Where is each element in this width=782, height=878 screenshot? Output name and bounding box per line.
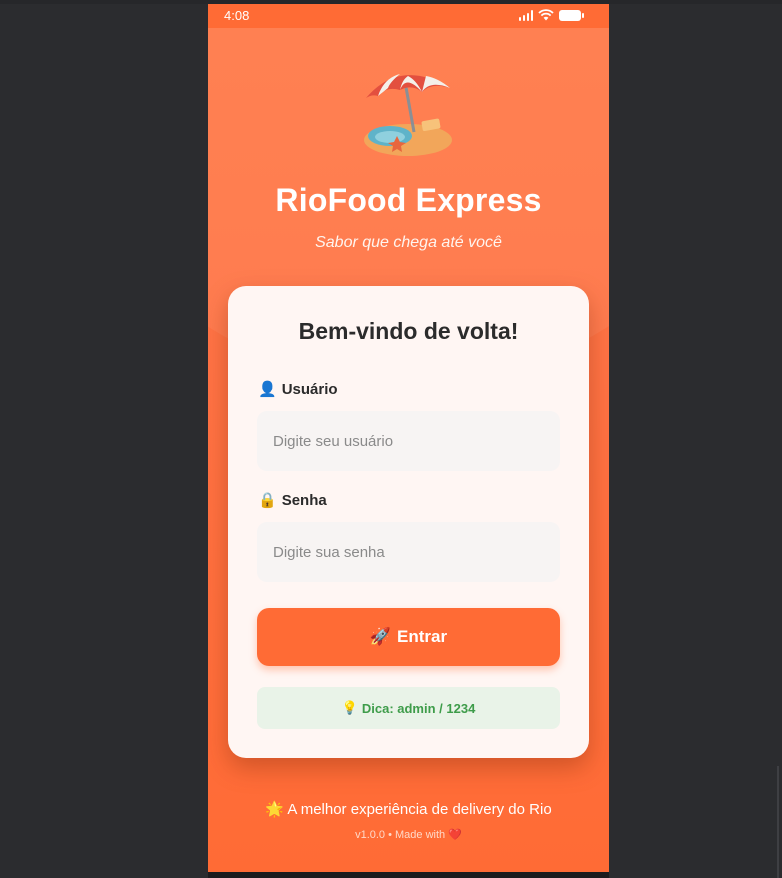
password-label-text: Senha [281,491,327,509]
wifi-icon [538,9,554,21]
version-text: v1.0.0 • Made with [355,829,446,841]
user-icon: 👤 [258,381,277,398]
status-icons [518,9,584,21]
footer-tagline: 🌟 A melhor experiência de delivery do Ri… [208,800,609,818]
beach-umbrella-icon [364,74,452,156]
username-label-text: Usuário [281,380,338,398]
lightbulb-icon: 💡 [341,700,358,715]
status-bar: 4:08 [208,4,609,28]
lock-icon: 🔒 [258,492,277,509]
credentials-hint: 💡 Dica: admin / 1234 [257,687,560,729]
username-input[interactable] [257,411,560,471]
scrollbar[interactable] [777,766,779,878]
battery-icon [559,9,584,21]
hint-text: Dica: admin / 1234 [361,700,476,716]
app-subtitle: Sabor que chega até você [315,234,502,251]
app-title: RioFood Express [275,182,542,218]
signal-icon [518,9,533,21]
footer-tagline-text: A melhor experiência de delivery do Rio [287,801,552,818]
password-input[interactable] [257,522,560,582]
login-button-label: Entrar [397,627,448,646]
star-icon: 🌟 [265,801,285,818]
username-label: 👤 Usuário [258,380,338,399]
rocket-icon: 🚀 [369,627,392,646]
login-heading: Bem-vindo de volta! [298,318,519,344]
status-time: 4:08 [224,8,250,23]
login-card: Bem-vindo de volta! 👤 Usuário 🔒 Senha 🚀 … [228,286,589,758]
password-label: 🔒 Senha [258,491,327,510]
login-button[interactable]: 🚀 Entrar [257,608,560,666]
heart-icon: ❤️ [448,829,462,841]
version-info: v1.0.0 • Made with ❤️ [208,828,609,841]
screen-bottom-edge [208,872,609,878]
phone-screen: 4:08 RioFood Express Sabor que chega até… [208,4,609,872]
